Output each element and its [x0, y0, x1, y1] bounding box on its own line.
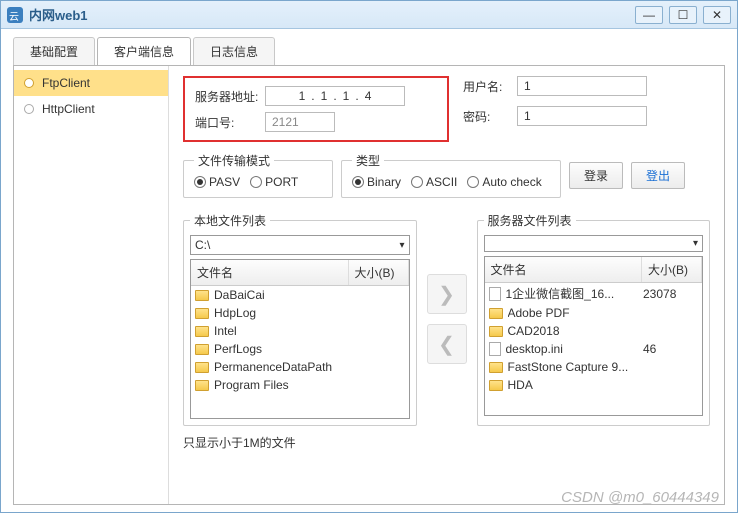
col-filename[interactable]: 文件名	[191, 260, 349, 285]
minimize-button[interactable]: —	[635, 6, 663, 24]
tab-basic-config[interactable]: 基础配置	[13, 37, 95, 65]
folder-icon	[489, 362, 503, 373]
folder-icon	[489, 326, 503, 337]
table-row[interactable]: HdpLog	[191, 304, 409, 322]
server-config-highlight: 服务器地址: 1. 1. 1. 4 端口号: 2121	[183, 76, 449, 142]
sidebar-item-httpclient[interactable]: HttpClient	[14, 96, 168, 122]
main-panel: 服务器地址: 1. 1. 1. 4 端口号: 2121	[169, 66, 724, 504]
app-window: 内网web1 — ☐ ✕ 基础配置 客户端信息 日志信息 FtpClient H…	[0, 0, 738, 513]
folder-icon	[195, 362, 209, 373]
app-icon	[7, 7, 23, 23]
login-button[interactable]: 登录	[569, 162, 623, 189]
download-button[interactable]: ❮	[427, 324, 467, 364]
content-pane: FtpClient HttpClient 服务器地址: 1. 1. 1. 4	[13, 65, 725, 505]
titlebar: 内网web1 — ☐ ✕	[1, 1, 737, 29]
local-legend: 本地文件列表	[190, 212, 270, 229]
port-label: 端口号:	[195, 114, 265, 131]
password-input[interactable]: 1	[517, 106, 647, 126]
sidebar-item-label: FtpClient	[42, 76, 90, 90]
file-icon	[489, 342, 501, 356]
folder-icon	[489, 308, 503, 319]
port-input[interactable]: 2121	[265, 112, 335, 132]
remote-path-select[interactable]: ▾	[484, 235, 704, 252]
type-group: 类型 Binary ASCII Auto check	[341, 152, 561, 198]
folder-icon	[195, 290, 209, 301]
window-title: 内网web1	[29, 5, 635, 24]
remote-legend: 服务器文件列表	[484, 212, 576, 229]
username-input[interactable]: 1	[517, 76, 647, 96]
table-row[interactable]: DaBaiCai	[191, 286, 409, 304]
transfer-mode-legend: 文件传输模式	[194, 152, 274, 169]
folder-icon	[489, 380, 503, 391]
tab-client-info[interactable]: 客户端信息	[97, 37, 191, 65]
type-legend: 类型	[352, 152, 384, 169]
transfer-arrows: ❯ ❮	[423, 212, 471, 426]
radio-ascii[interactable]: ASCII	[411, 175, 457, 189]
folder-icon	[195, 326, 209, 337]
upload-button[interactable]: ❯	[427, 274, 467, 314]
radio-binary[interactable]: Binary	[352, 175, 401, 189]
tab-log-info[interactable]: 日志信息	[193, 37, 275, 65]
folder-icon	[195, 344, 209, 355]
close-button[interactable]: ✕	[703, 6, 731, 24]
server-addr-label: 服务器地址:	[195, 88, 265, 105]
password-label: 密码:	[463, 108, 517, 125]
server-ip-input[interactable]: 1. 1. 1. 4	[265, 86, 405, 106]
maximize-button[interactable]: ☐	[669, 6, 697, 24]
table-row[interactable]: Adobe PDF	[485, 304, 703, 322]
table-row[interactable]: 1企业微信截图_16...23078	[485, 283, 703, 304]
credentials: 用户名: 1 密码: 1	[463, 76, 647, 126]
radio-port[interactable]: PORT	[250, 175, 298, 189]
table-row[interactable]: CAD2018	[485, 322, 703, 340]
remote-table[interactable]: 文件名 大小(B) 1企业微信截图_16...23078Adobe PDFCAD…	[484, 256, 704, 416]
table-row[interactable]: PerfLogs	[191, 340, 409, 358]
col-size[interactable]: 大小(B)	[349, 260, 409, 285]
bullet-icon	[24, 104, 34, 114]
col-size[interactable]: 大小(B)	[642, 257, 702, 282]
file-icon	[489, 287, 501, 301]
sidebar-item-ftpclient[interactable]: FtpClient	[14, 70, 168, 96]
footer-note: 只显示小于1M的文件	[183, 434, 710, 451]
folder-icon	[195, 380, 209, 391]
logout-button[interactable]: 登出	[631, 162, 685, 189]
tabs: 基础配置 客户端信息 日志信息	[1, 29, 737, 65]
username-label: 用户名:	[463, 78, 517, 95]
table-row[interactable]: FastStone Capture 9...	[485, 358, 703, 376]
radio-pasv[interactable]: PASV	[194, 175, 240, 189]
transfer-mode-group: 文件传输模式 PASV PORT	[183, 152, 333, 198]
bullet-icon	[24, 78, 34, 88]
local-table[interactable]: 文件名 大小(B) DaBaiCaiHdpLogIntelPerfLogsPer…	[190, 259, 410, 419]
radio-autocheck[interactable]: Auto check	[467, 175, 541, 189]
sidebar: FtpClient HttpClient	[14, 66, 169, 504]
chevron-down-icon: ▾	[693, 238, 698, 249]
chevron-down-icon: ▾	[399, 240, 404, 251]
table-row[interactable]: HDA	[485, 376, 703, 394]
remote-file-list: 服务器文件列表 ▾ 文件名 大小(B) 1企业微信截图_16...23078Ad…	[477, 212, 711, 426]
table-row[interactable]: PermanenceDataPath	[191, 358, 409, 376]
table-row[interactable]: desktop.ini46	[485, 340, 703, 358]
col-filename[interactable]: 文件名	[485, 257, 643, 282]
folder-icon	[195, 308, 209, 319]
table-row[interactable]: Program Files	[191, 376, 409, 394]
local-file-list: 本地文件列表 C:\▾ 文件名 大小(B) DaBaiCaiHdpLogInte…	[183, 212, 417, 426]
local-path-select[interactable]: C:\▾	[190, 235, 410, 255]
table-row[interactable]: Intel	[191, 322, 409, 340]
sidebar-item-label: HttpClient	[42, 102, 95, 116]
